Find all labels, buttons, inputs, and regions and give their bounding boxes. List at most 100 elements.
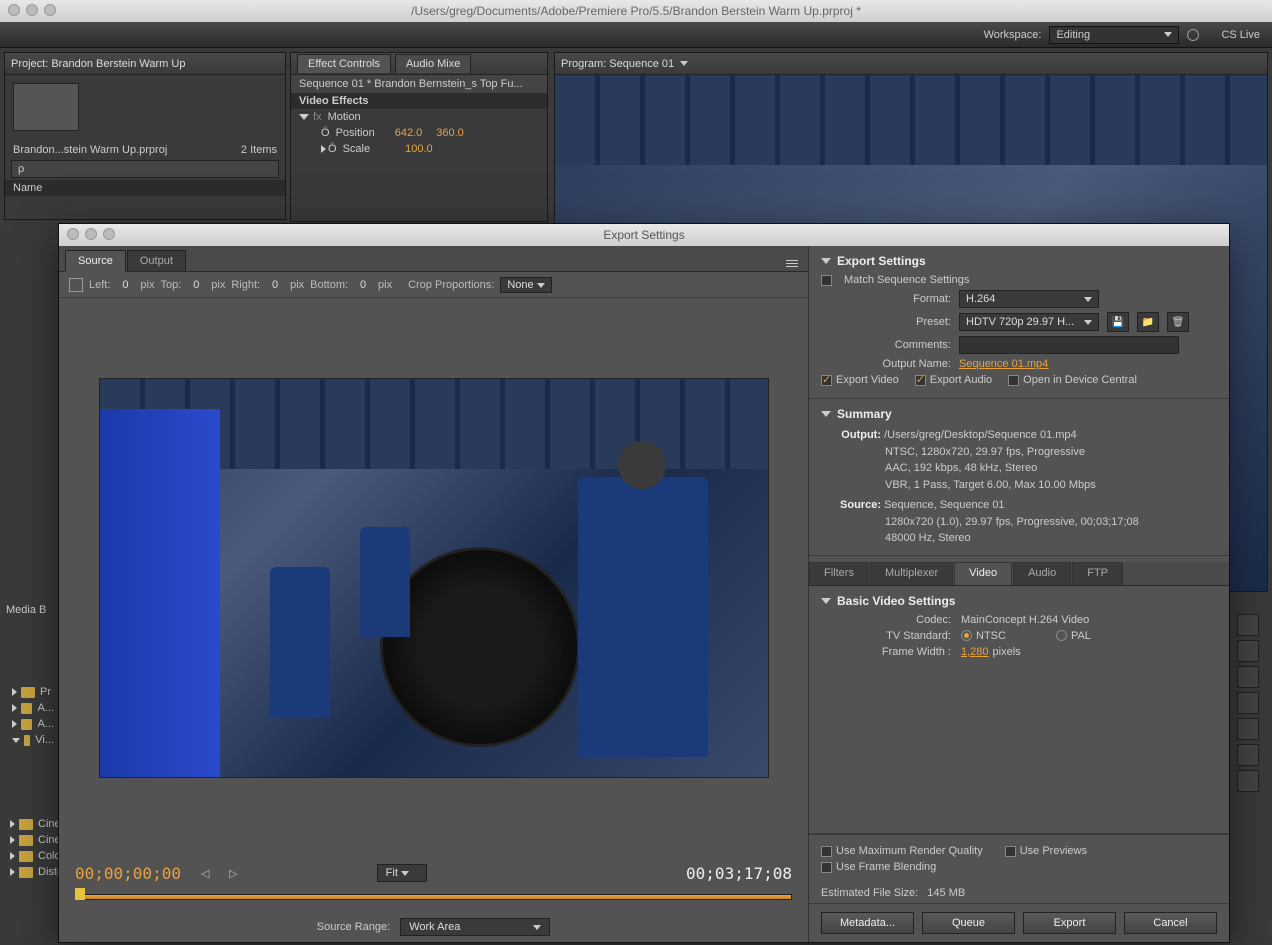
summary-output: Output: /Users/greg/Desktop/Sequence 01.… <box>821 427 1217 547</box>
export-video-checkbox[interactable] <box>821 375 832 386</box>
window-controls <box>8 4 56 16</box>
minimize-window[interactable] <box>26 4 38 16</box>
close-window[interactable] <box>8 4 20 16</box>
unit-pix: pix <box>211 279 225 291</box>
tab-audio-mixer[interactable]: Audio Mixe <box>395 54 471 73</box>
crop-top-label: Top: <box>160 279 181 291</box>
hand-tool[interactable] <box>1237 744 1259 766</box>
crop-icon[interactable] <box>69 278 83 292</box>
media-browser-label[interactable]: Media B <box>6 604 46 616</box>
scrub-bar[interactable] <box>59 888 808 912</box>
razor-tool[interactable] <box>1237 666 1259 688</box>
dialog-zoom[interactable] <box>103 228 115 240</box>
scale-value[interactable]: 100.0 <box>405 143 433 155</box>
max-quality-label: Use Maximum Render Quality <box>836 845 983 857</box>
slip-tool[interactable] <box>1237 692 1259 714</box>
selection-tool[interactable] <box>1237 614 1259 636</box>
export-button[interactable]: Export <box>1023 912 1116 934</box>
effect-controls-panel: Effect Controls Audio Mixe Sequence 01 *… <box>290 52 548 222</box>
crop-bottom-label: Bottom: <box>310 279 348 291</box>
summary-header[interactable]: Summary <box>821 407 1217 421</box>
zoom-fit-dropdown[interactable]: Fit <box>377 864 427 882</box>
crop-top-value[interactable]: 0 <box>187 279 205 291</box>
dialog-close[interactable] <box>67 228 79 240</box>
open-device-checkbox[interactable] <box>1008 375 1019 386</box>
export-dialog-title: Export Settings <box>603 228 684 242</box>
summary-output-path: /Users/greg/Desktop/Sequence 01.mp4 <box>884 429 1077 441</box>
panel-menu-icon[interactable] <box>782 255 802 271</box>
output-name-link[interactable]: Sequence 01.mp4 <box>959 358 1048 370</box>
ntsc-radio[interactable] <box>961 630 972 641</box>
dialog-minimize[interactable] <box>85 228 97 240</box>
cs-live-link[interactable]: CS Live <box>1221 29 1260 41</box>
crop-left-value[interactable]: 0 <box>116 279 134 291</box>
tab-effect-controls[interactable]: Effect Controls <box>297 54 391 73</box>
basic-video-label: Basic Video Settings <box>837 594 955 608</box>
fx-folder[interactable]: A... <box>6 700 60 716</box>
pen-tool[interactable] <box>1237 718 1259 740</box>
document-path: /Users/greg/Documents/Adobe/Premiere Pro… <box>411 4 861 18</box>
preset-dropdown[interactable]: HDTV 720p 29.97 H... <box>959 313 1099 331</box>
scale-property[interactable]: Ö Scale 100.0 <box>291 141 547 157</box>
timecode-row: 00;00;00;00 ◁ ▷ Fit 00;03;17;08 <box>59 858 808 888</box>
fx-label: A... <box>37 702 54 714</box>
tab-ftp[interactable]: FTP <box>1072 562 1123 585</box>
fx-folder[interactable]: Vi... <box>6 732 60 748</box>
motion-effect[interactable]: fx Motion <box>291 109 547 125</box>
import-preset-icon[interactable]: 📁 <box>1137 312 1159 332</box>
basic-video-header[interactable]: Basic Video Settings <box>821 594 1217 608</box>
use-previews-checkbox[interactable] <box>1005 846 1016 857</box>
format-dropdown[interactable]: H.264 <box>959 290 1099 308</box>
project-search[interactable]: ρ <box>11 160 279 178</box>
max-quality-checkbox[interactable] <box>821 846 832 857</box>
effects-list-collapsed: Pr A... A... Vi... <box>6 684 60 748</box>
tab-filters[interactable]: Filters <box>809 562 869 585</box>
preview-image[interactable] <box>99 378 769 778</box>
source-range-dropdown[interactable]: Work Area <box>400 918 550 936</box>
export-settings-dialog: Export Settings Source Output Left:0pix … <box>58 223 1230 943</box>
fx-folder[interactable]: Pr <box>6 684 60 700</box>
summary-output-label: Output: <box>831 427 881 444</box>
frame-blending-checkbox[interactable] <box>821 862 832 873</box>
name-column-header[interactable]: Name <box>5 180 285 196</box>
ripple-tool[interactable] <box>1237 640 1259 662</box>
tab-source[interactable]: Source <box>65 250 126 272</box>
frame-width-value[interactable]: 1,280 <box>961 646 989 658</box>
export-settings-header[interactable]: Export Settings <box>821 254 1217 268</box>
tab-video[interactable]: Video <box>954 562 1012 585</box>
metadata-button[interactable]: Metadata... <box>821 912 914 934</box>
out-handle-icon[interactable]: ▷ <box>229 867 237 879</box>
match-sequence-checkbox[interactable] <box>821 275 832 286</box>
zoom-window[interactable] <box>44 4 56 16</box>
position-x[interactable]: 642.0 <box>395 127 423 139</box>
workspace-dropdown[interactable]: Editing <box>1049 26 1179 44</box>
tab-output[interactable]: Output <box>127 250 186 271</box>
export-audio-checkbox[interactable] <box>915 375 926 386</box>
delete-preset-icon[interactable]: 🗑 <box>1167 312 1189 332</box>
format-value: H.264 <box>966 293 995 305</box>
project-thumb[interactable] <box>13 83 79 131</box>
tab-multiplexer[interactable]: Multiplexer <box>870 562 953 585</box>
project-filename: Brandon...stein Warm Up.prproj <box>13 144 167 156</box>
comments-input[interactable] <box>959 336 1179 354</box>
search-icon[interactable] <box>1187 29 1199 41</box>
playhead[interactable] <box>75 888 85 900</box>
queue-button[interactable]: Queue <box>922 912 1015 934</box>
source-range-label: Source Range: <box>317 921 390 933</box>
position-y[interactable]: 360.0 <box>436 127 464 139</box>
cancel-button[interactable]: Cancel <box>1124 912 1217 934</box>
format-label: Format: <box>821 293 951 305</box>
workspace-bar: Workspace: Editing CS Live <box>0 22 1272 48</box>
pal-radio[interactable] <box>1056 630 1067 641</box>
save-preset-icon[interactable]: 💾 <box>1107 312 1129 332</box>
position-property[interactable]: Ö Position 642.0 360.0 <box>291 125 547 141</box>
zoom-tool[interactable] <box>1237 770 1259 792</box>
tab-audio[interactable]: Audio <box>1013 562 1071 585</box>
project-panel-header: Project: Brandon Berstein Warm Up <box>5 53 285 75</box>
in-timecode[interactable]: 00;00;00;00 <box>75 864 181 883</box>
in-handle-icon[interactable]: ◁ <box>201 867 209 879</box>
crop-right-value[interactable]: 0 <box>266 279 284 291</box>
crop-proportions-dropdown[interactable]: None <box>500 277 551 293</box>
fx-folder[interactable]: A... <box>6 716 60 732</box>
crop-bottom-value[interactable]: 0 <box>354 279 372 291</box>
